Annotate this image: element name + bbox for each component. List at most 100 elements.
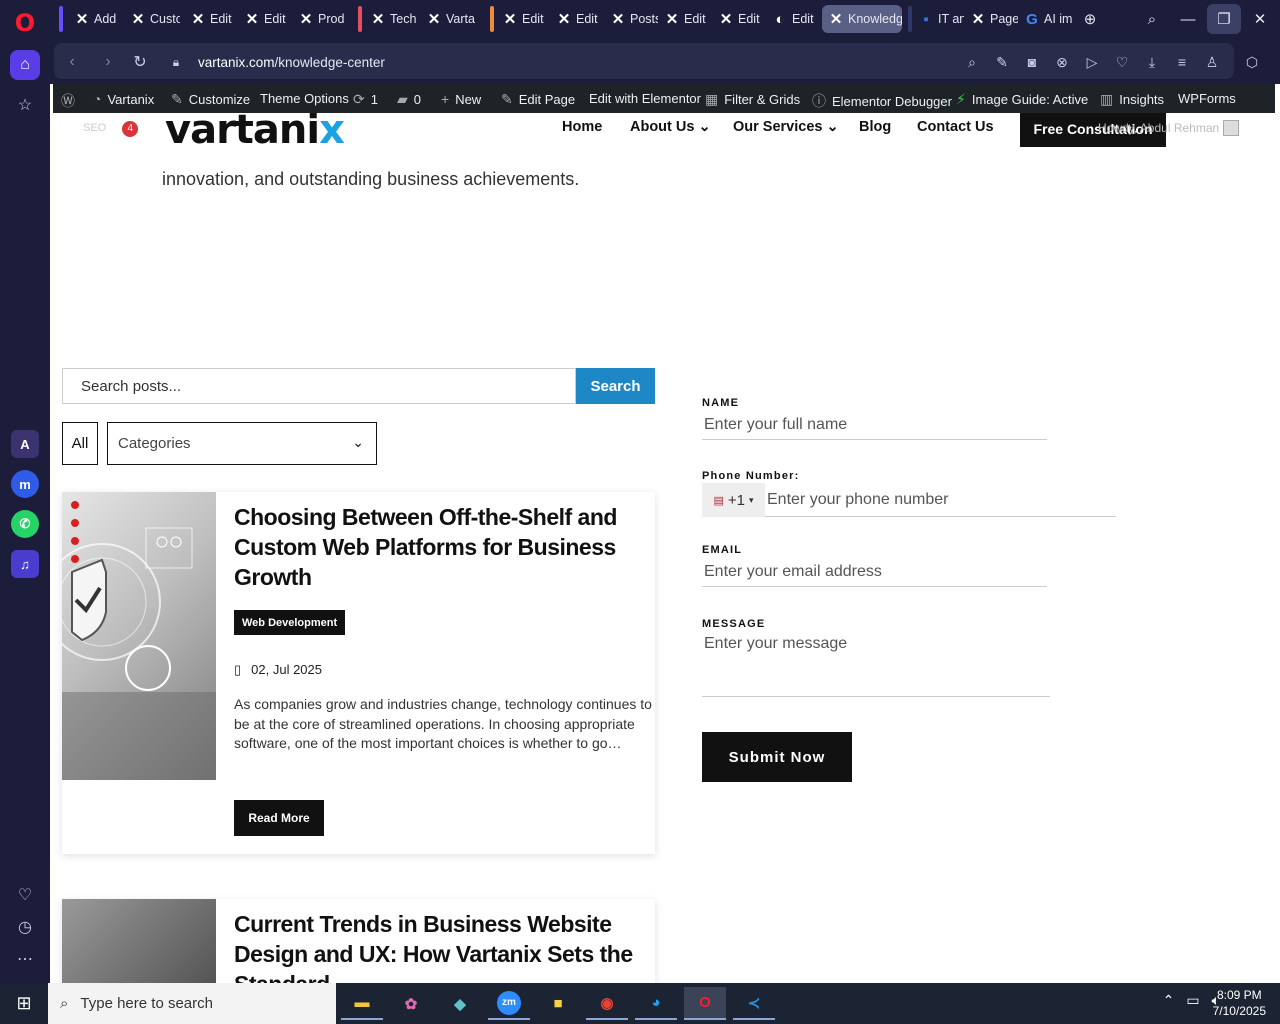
aria-icon[interactable]: A [11, 430, 39, 458]
taskbar-search-input[interactable]: ⌕ Type here to search [48, 983, 336, 1024]
tab[interactable]: ✕ Edit [496, 5, 550, 33]
back-icon[interactable]: ‹ [62, 52, 82, 72]
edit-elementor-link[interactable]: Edit with Elementor [589, 91, 701, 106]
message-field[interactable]: Enter your message [702, 635, 1050, 697]
tab[interactable]: ✕ Edit [550, 5, 604, 33]
heart-icon[interactable]: ♡ [10, 880, 40, 910]
tab-active[interactable]: ✕ Knowledg [822, 5, 902, 33]
network-icon[interactable]: ▭ [1186, 992, 1199, 1009]
name-field[interactable]: Enter your full name [702, 410, 1047, 440]
search-button[interactable]: Search [576, 368, 655, 404]
zoom-search-icon[interactable]: ⌕ [962, 52, 982, 72]
windows-start-icon[interactable]: ⊞ [0, 983, 48, 1024]
nav-contact[interactable]: Contact Us [917, 119, 994, 135]
country-code-select[interactable]: ▤ +1 ▾ [702, 483, 765, 517]
howdy-user[interactable]: Howdy, Abdul Rehman [1098, 121, 1219, 135]
download-icon[interactable]: ⤓ [1142, 52, 1162, 72]
restore-icon[interactable]: ❐ [1207, 4, 1241, 34]
tab[interactable]: ✕ Tech [364, 5, 420, 33]
heart-icon[interactable]: ♡ [1112, 52, 1132, 72]
history-icon[interactable]: ◷ [10, 912, 40, 942]
tab[interactable]: ✕Posts [604, 5, 658, 33]
messenger-icon[interactable]: m [11, 470, 39, 498]
comments-link[interactable]: ▰ 0 [397, 91, 421, 108]
post-title[interactable]: Current Trends in Business Website Desig… [234, 909, 634, 983]
app-diamond-icon[interactable]: ◆ [439, 987, 481, 1020]
wpforms-link[interactable]: WPForms [1178, 91, 1236, 106]
opera-taskbar-icon[interactable]: O [684, 987, 726, 1020]
post-thumbnail[interactable] [62, 899, 216, 983]
nav-blog[interactable]: Blog [859, 119, 891, 135]
post-thumbnail[interactable] [62, 492, 216, 780]
more-icon[interactable]: ⋯ [10, 944, 40, 974]
lock-icon[interactable]: 🔒︎ [166, 52, 186, 72]
minimize-icon[interactable]: — [1171, 4, 1205, 34]
filter-grids-link[interactable]: ▦ Filter & Grids [705, 91, 800, 108]
camera-icon[interactable]: ◙ [1022, 52, 1042, 72]
taskbar-clock[interactable]: 8:09 PM 7/10/2025 [1213, 987, 1266, 1019]
nav-services[interactable]: Our Services ⌄ [733, 119, 839, 135]
wordpress-logo-icon[interactable]: Ⓦ [61, 91, 75, 111]
theme-options-link[interactable]: Theme Options [260, 91, 349, 106]
profile-icon[interactable]: ♙ [1202, 52, 1222, 72]
tab[interactable]: ✕ Edit [238, 5, 292, 33]
tab[interactable]: ✕ Edit [658, 5, 712, 33]
email-field[interactable]: Enter your email address [702, 557, 1047, 587]
music-player-icon[interactable]: ♫ [11, 550, 39, 578]
tab[interactable]: ✕ Edit [184, 5, 238, 33]
nav-home[interactable]: Home [562, 119, 602, 135]
forward-icon[interactable]: › [98, 52, 118, 72]
sticky-notes-icon[interactable]: ■ [537, 987, 579, 1020]
adblock-icon[interactable]: ⊗ [1052, 52, 1072, 72]
chrome-icon[interactable]: ◉ [586, 987, 628, 1020]
nav-about[interactable]: About Us ⌄ [630, 119, 711, 135]
url-text[interactable]: vartanix.com/knowledge-center [198, 55, 385, 70]
new-tab-icon[interactable]: ⊕ [1073, 4, 1107, 34]
reload-icon[interactable]: ↻ [130, 52, 150, 72]
flow-icon[interactable]: ▷ [1082, 52, 1102, 72]
new-content-link[interactable]: + New [441, 91, 481, 107]
whatsapp-icon[interactable]: ✆ [11, 510, 39, 538]
url-bar[interactable]: ‹ › ↻ 🔒︎ vartanix.com/knowledge-center ⌕… [54, 43, 1234, 79]
close-icon[interactable]: ✕ [1243, 4, 1277, 34]
tab[interactable]: ▪ IT an [912, 5, 964, 33]
tab[interactable]: ✕ Prod [292, 5, 350, 33]
tab[interactable]: ✕ Edit [712, 5, 766, 33]
star-icon[interactable]: ☆ [10, 90, 40, 120]
elementor-debugger-link[interactable]: ⓘ Elementor Debugger [812, 91, 952, 111]
categories-select[interactable]: Categories ⌄ [107, 422, 377, 465]
tab[interactable]: ✕ Custo [124, 5, 180, 33]
tab[interactable]: G AI im [1018, 5, 1072, 33]
tab[interactable]: ✕ Add [68, 5, 124, 33]
zoom-icon[interactable]: zm [488, 987, 530, 1020]
home-icon[interactable]: ⌂ [10, 50, 40, 80]
tab[interactable]: ◐ Edit [766, 5, 820, 33]
edge-icon[interactable]: ◕ [635, 987, 677, 1020]
edit-share-icon[interactable]: ✎ [992, 52, 1012, 72]
file-explorer-icon[interactable]: ▬ [341, 987, 383, 1020]
chevron-up-icon[interactable]: ⌃ [1163, 992, 1175, 1009]
vscode-icon[interactable]: ≺ [733, 987, 775, 1020]
site-name-link[interactable]: ◔ Vartanix [93, 91, 154, 107]
category-badge[interactable]: Web Development [234, 610, 346, 635]
customize-link[interactable]: ✎ Customize [171, 91, 250, 108]
submit-button[interactable]: Submit Now [702, 732, 852, 782]
search-tabs-icon[interactable]: ⌕ [1135, 4, 1169, 34]
post-title[interactable]: Choosing Between Off-the-Shelf and Custo… [234, 502, 634, 592]
avatar[interactable] [1223, 120, 1239, 136]
edit-page-link[interactable]: ✎ Edit Page [501, 91, 575, 108]
extensions-cube-icon[interactable]: ⬡ [1242, 52, 1262, 72]
paint-icon[interactable]: ✿ [390, 987, 432, 1020]
seo-badge[interactable]: SEO 4 [83, 121, 139, 137]
updates-link[interactable]: ⟳ 1 [353, 91, 378, 108]
easy-setup-icon[interactable]: ≡ [1172, 52, 1192, 72]
site-logo[interactable]: vartanix [165, 113, 345, 153]
tab[interactable]: ✕ Varta [420, 5, 476, 33]
tab[interactable]: ✕ Page [964, 5, 1018, 33]
opera-logo-icon[interactable]: O [10, 8, 40, 38]
image-guide-link[interactable]: ⚡︎ Image Guide: Active [956, 91, 1088, 108]
insights-link[interactable]: ▥ Insights [1100, 91, 1164, 108]
filter-all-button[interactable]: All [62, 422, 98, 465]
phone-field[interactable]: Enter your phone number [765, 483, 1116, 517]
read-more-button[interactable]: Read More [234, 800, 324, 836]
